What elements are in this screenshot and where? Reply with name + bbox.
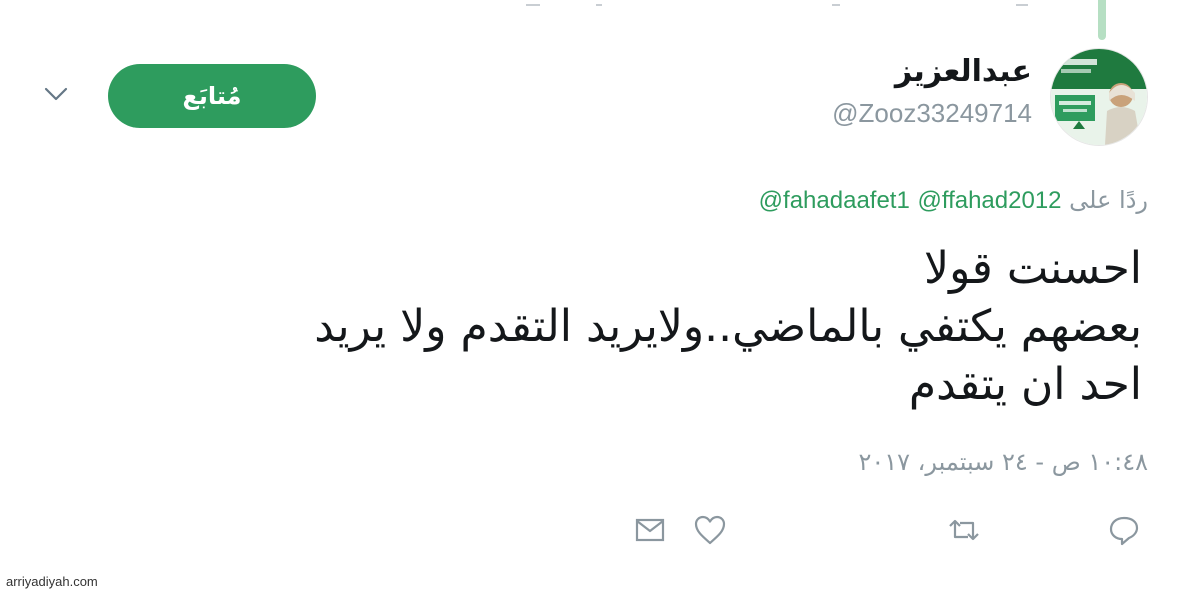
fragment-mark (832, 0, 840, 6)
tweet-line: احد ان يتقدم (908, 359, 1142, 410)
tweet-line: احسنت قولا (923, 243, 1142, 294)
like-icon[interactable] (690, 510, 730, 550)
fragment-mark (1016, 0, 1028, 6)
mention-link[interactable]: @fahadaafet1 (759, 187, 910, 214)
message-icon[interactable] (630, 510, 670, 550)
reply-icon[interactable] (1104, 510, 1144, 550)
reply-prefix: ردًا على (1069, 186, 1148, 214)
reply-context: ردًا على @ffahad2012 @fahadaafet1 (759, 186, 1148, 215)
tweet-line: بعضهم يكتفي بالماضي..ولايريد التقدم ولا … (314, 301, 1142, 352)
mention-link[interactable]: @ffahad2012 (917, 187, 1061, 214)
fragment-mark (526, 0, 540, 6)
fragment-mark (596, 0, 602, 6)
thread-connector-line (1098, 0, 1106, 40)
tweet-header: عبدالعزيز @Zooz33249714 مُتابَع (0, 44, 1200, 154)
author-display-name[interactable]: عبدالعزيز (832, 52, 1032, 92)
author-handle[interactable]: @Zooz33249714 (832, 98, 1032, 129)
retweet-icon[interactable] (944, 510, 984, 550)
avatar-image (1051, 49, 1147, 145)
author-names: عبدالعزيز @Zooz33249714 (832, 52, 1032, 129)
previous-tweet-actions-fragment (520, 0, 1040, 8)
tweet-text: احسنت قولا بعضهم يكتفي بالماضي..ولايريد … (102, 240, 1142, 414)
tweet-actions (0, 510, 1200, 554)
following-button[interactable]: مُتابَع (108, 64, 316, 128)
chevron-down-icon[interactable] (42, 84, 70, 104)
avatar[interactable] (1050, 48, 1148, 146)
watermark-text: arriyadiyah.com (6, 574, 98, 589)
tweet-timestamp[interactable]: ١٠:٤٨ ص - ٢٤ سبتمبر، ٢٠١٧ (858, 448, 1148, 476)
